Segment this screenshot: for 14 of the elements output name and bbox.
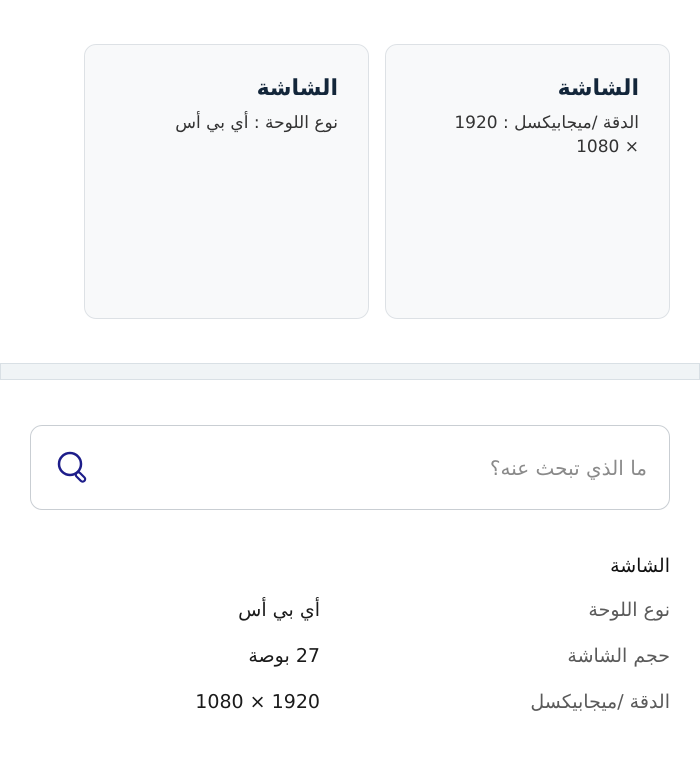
spec-card[interactable]: الشاشة نوع اللوحة : أي بي أس: [84, 44, 369, 319]
spec-value: أي بي أس: [238, 596, 320, 623]
card-title: الشاشة: [558, 75, 639, 103]
section-heading: الشاشة: [610, 554, 670, 579]
spec-label: نوع اللوحة: [588, 598, 670, 623]
search-field[interactable]: ما الذي تبحث عنه؟: [30, 425, 670, 510]
spec-label: الدقة /ميجابيكسل: [530, 690, 670, 715]
spec-value: 27 بوصة: [248, 644, 320, 669]
card-title: الشاشة: [256, 75, 338, 103]
card-text: نوع اللوحة : أي بي أس: [175, 111, 338, 135]
spec-card[interactable]: الشاشة الدقة /ميجابيكسل : 1920 × 1080: [385, 44, 670, 319]
card-text: الدقة /ميجابيكسل : 1920 × 1080: [453, 112, 639, 159]
spec-value: 1920 × 1080: [195, 690, 320, 715]
spec-label: حجم الشاشة: [567, 644, 670, 669]
